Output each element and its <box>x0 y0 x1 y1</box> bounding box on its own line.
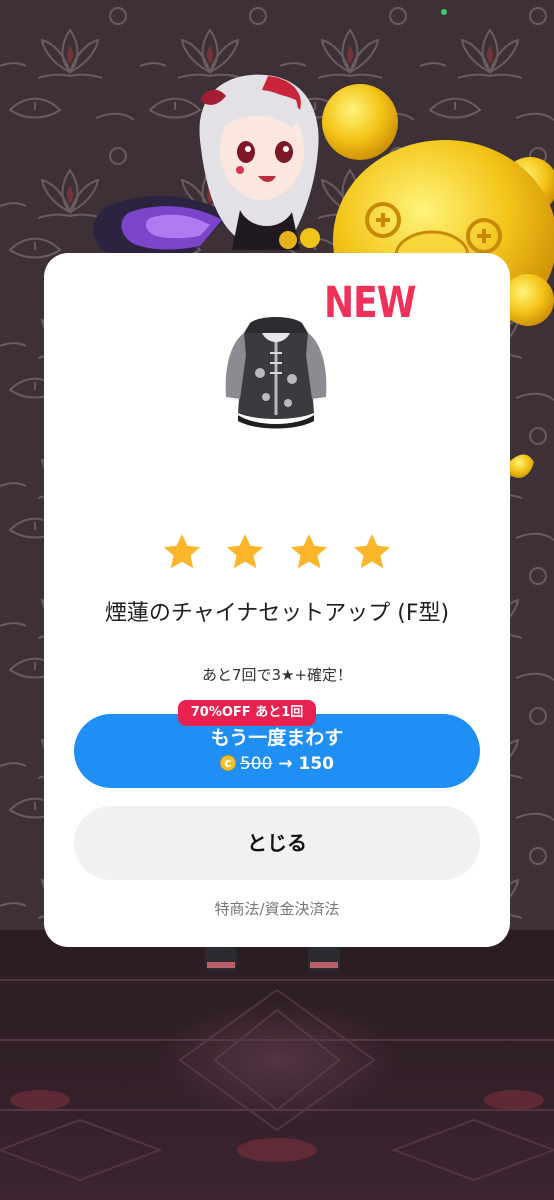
discount-badge: 70%OFF あと1回 <box>178 700 316 726</box>
close-button[interactable]: とじる <box>74 806 480 880</box>
discounted-price: 150 <box>298 754 335 774</box>
coin-icon <box>219 752 236 774</box>
rarity-stars <box>44 531 510 577</box>
original-price: 500 <box>239 754 273 774</box>
guarantee-counter-text: あと7回で3★+確定！ <box>201 666 353 684</box>
star-icon <box>227 534 264 569</box>
item-thumbnail <box>216 303 336 433</box>
price-arrow: → <box>278 754 293 774</box>
price-row: 500 → 150 <box>74 752 480 775</box>
gacha-result-modal: NEW 煙蓮のチャイナセットアップ (F型) あと7回で3★+確定！ 70%OF… <box>44 253 510 947</box>
status-indicator-dot <box>441 9 447 15</box>
spin-again-label: もう一度まわす <box>210 727 344 749</box>
star-icon <box>290 534 327 569</box>
item-name: 煙蓮のチャイナセットアップ (F型) <box>104 601 450 626</box>
new-badge: NEW <box>324 279 416 328</box>
legal-notice-link[interactable]: 特商法/資金決済法 <box>44 898 510 919</box>
star-icon <box>353 534 390 569</box>
star-icon <box>164 534 201 569</box>
